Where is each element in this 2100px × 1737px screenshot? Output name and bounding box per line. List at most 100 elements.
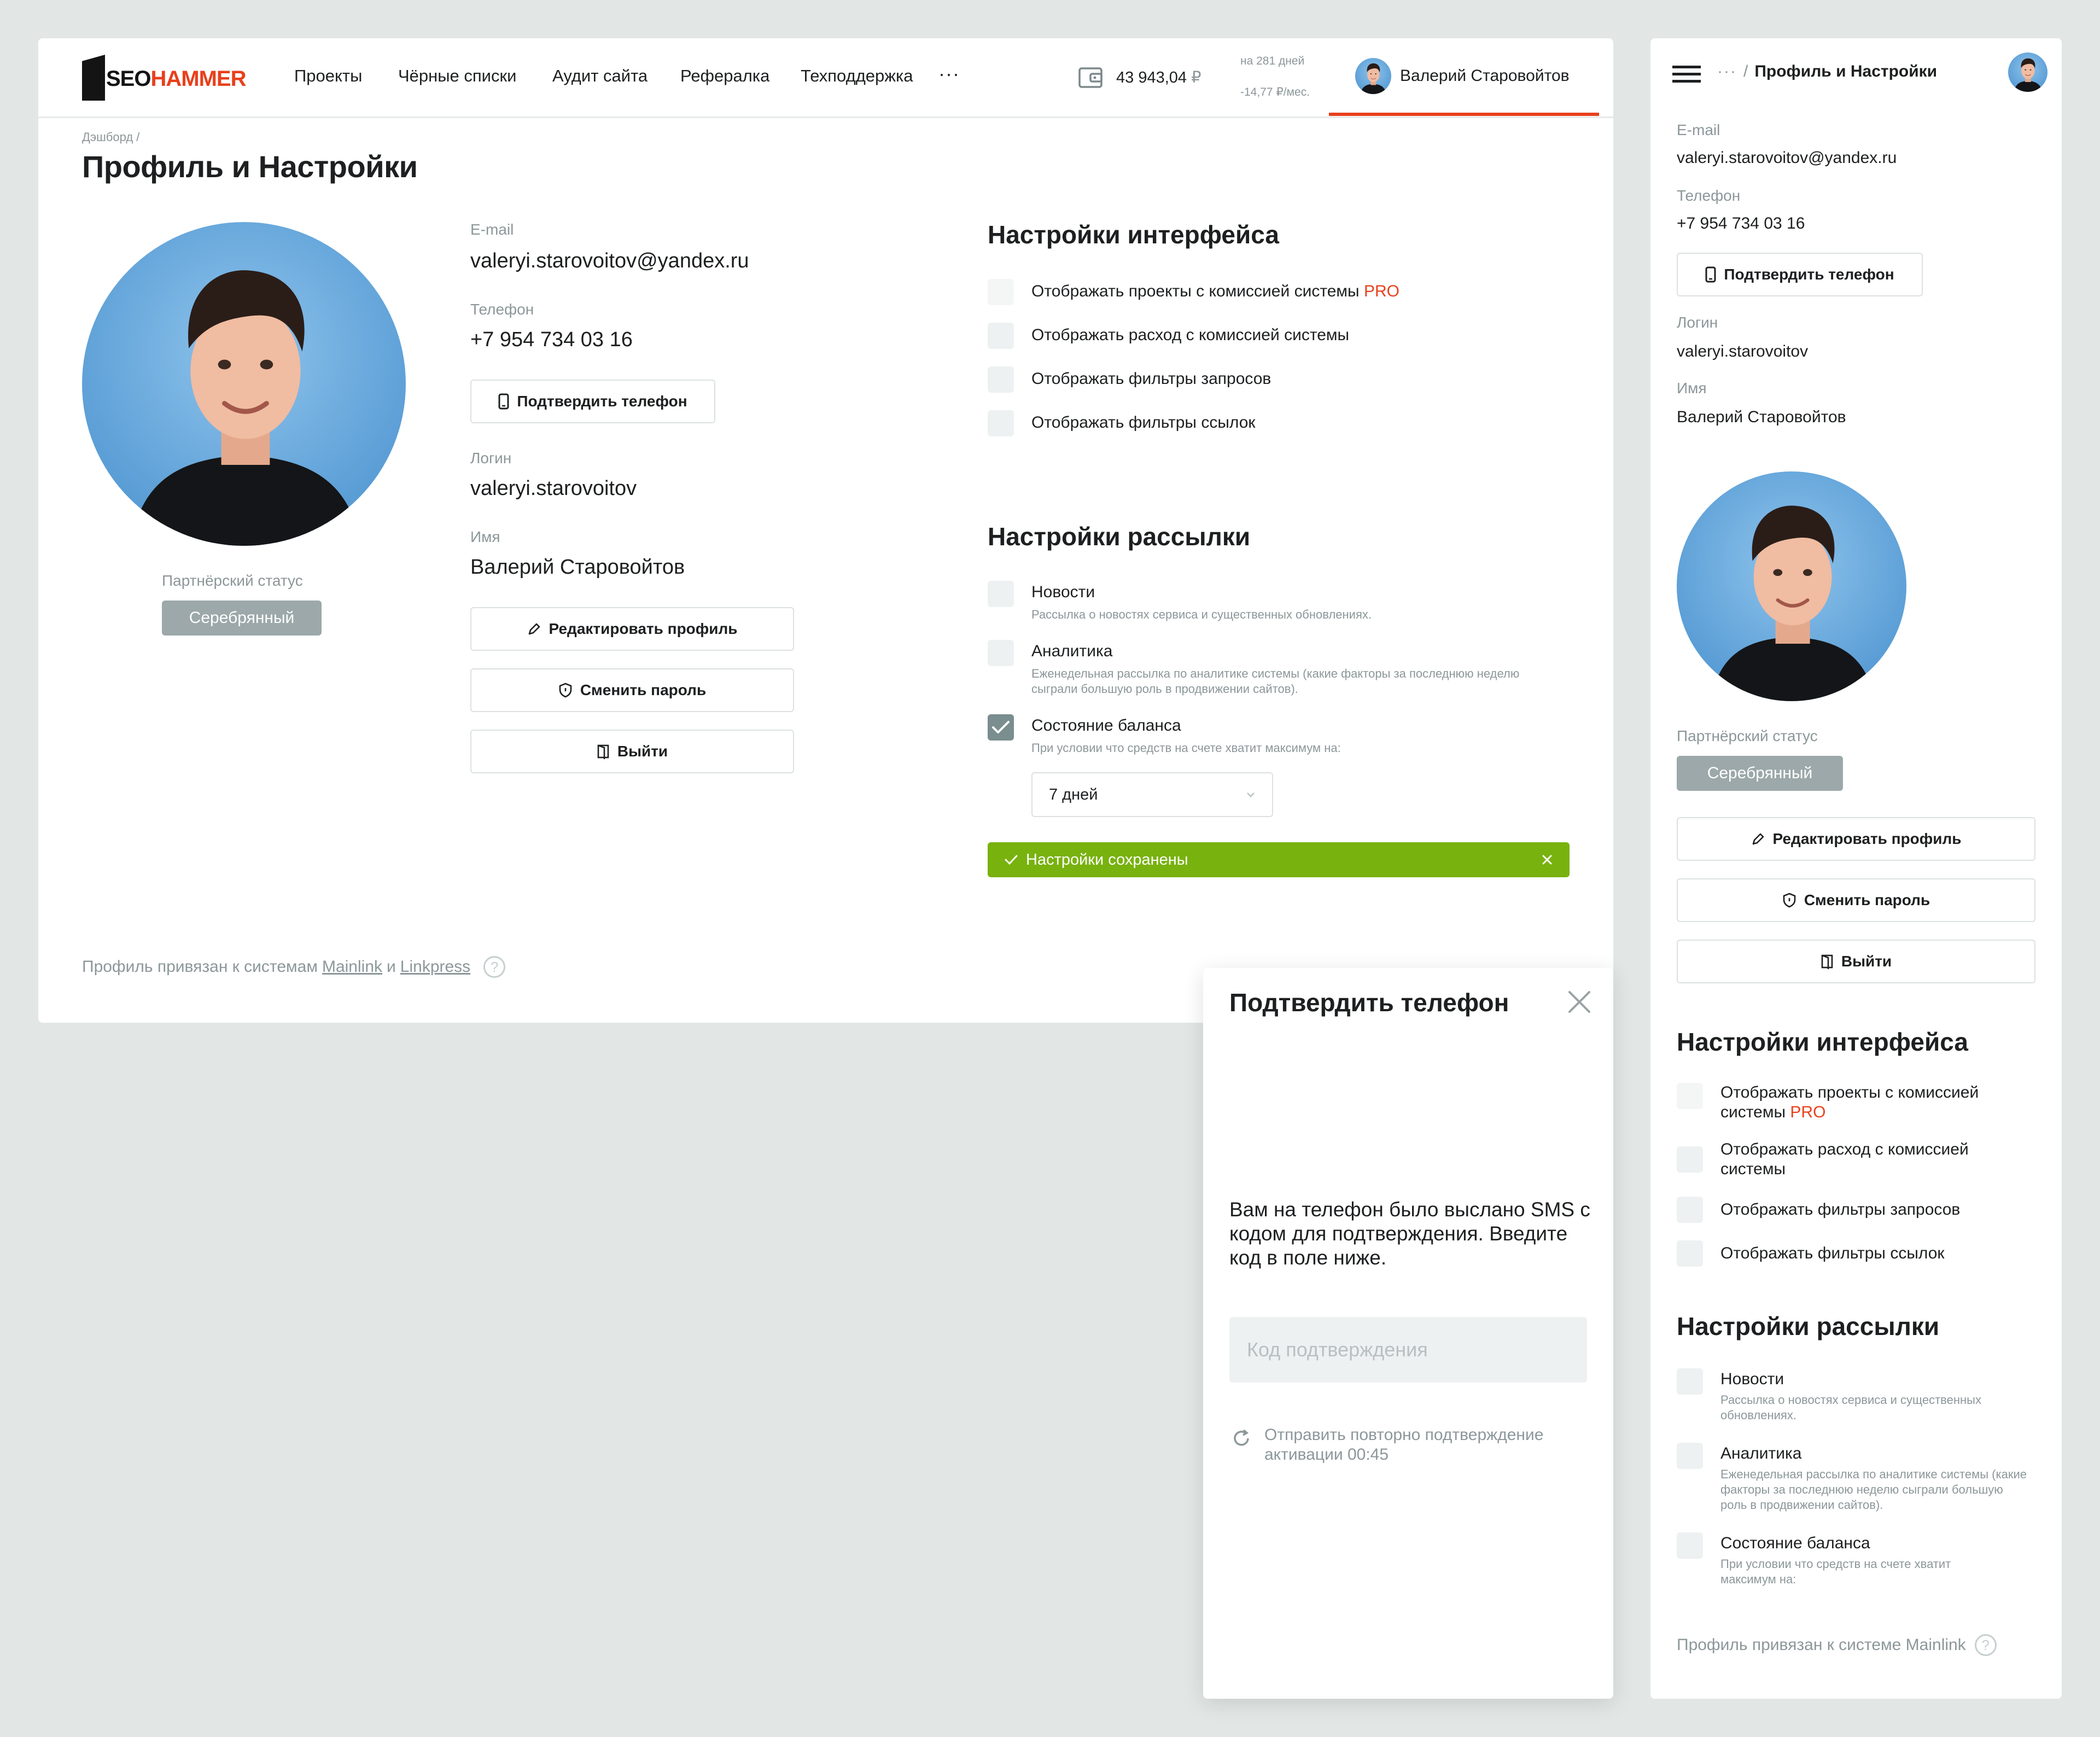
linked-systems-note: Профиль привязан к системам Mainlink и L… [82,956,506,978]
show-query-filters-label[interactable]: Отображать фильтры запросов [1031,370,1271,388]
breadcrumb[interactable]: Дэшборд / [82,130,139,144]
page-title: Профиль и Настройки [82,149,418,184]
edit-profile-button[interactable]: Редактировать профиль [470,607,794,651]
mobile-edit-profile-label: Редактировать профиль [1772,830,1962,847]
mobile-mailing-settings-title: Настройки рассылки [1677,1312,1940,1340]
email-value: valeryi.starovoitov@yandex.ru [470,249,749,272]
mobile-partner-status-label: Партнёрский статус [1677,727,1818,744]
mobile-profile-card: ··· / Профиль и Настройки E-mail valeryi… [1650,38,2062,1699]
mobile-news-label[interactable]: Новости [1720,1369,1784,1389]
logo-text-seo: SEO [106,67,151,91]
resend-code-link[interactable]: Отправить повторно подтверждение активац… [1264,1425,1571,1465]
mobile-name-label: Имя [1677,380,1707,397]
checkbox-news[interactable] [988,581,1014,607]
show-expense-commission-label[interactable]: Отображать расход с комиссией системы [1031,326,1349,345]
news-description: Рассылка о новостях сервиса и существенн… [1031,608,1372,621]
phone-icon [498,393,509,410]
balance-state-label[interactable]: Состояние баланса [1031,716,1181,735]
show-pro-projects-text: Отображать проекты с комиссией системы [1031,282,1360,300]
door-exit-icon [597,744,609,759]
checkbox-show-expense-commission[interactable] [988,323,1014,349]
mobile-confirm-phone-button[interactable]: Подтвердить телефон [1677,253,1923,296]
mobile-help-icon[interactable]: ? [1974,1634,1997,1656]
profile-photo[interactable] [82,222,406,546]
settings-saved-toast: Настройки сохранены [988,842,1570,877]
hamburger-menu-icon[interactable] [1670,60,1703,88]
mobile-phone-label: Телефон [1677,187,1741,204]
mobile-analytics-label[interactable]: Аналитика [1720,1444,1802,1464]
mobile-checkbox-show-link-filters[interactable] [1677,1240,1703,1267]
mobile-balance-state-label[interactable]: Состояние баланса [1720,1534,1870,1553]
mobile-partner-status-badge: Серебрянный [1677,756,1843,791]
analytics-label[interactable]: Аналитика [1031,642,1113,661]
checkbox-balance-state[interactable] [988,714,1014,741]
wallet-icon[interactable] [1077,63,1105,91]
top-navigation-bar: SEOHAMMER Проекты Чёрные списки Аудит са… [38,38,1613,118]
mobile-logout-button[interactable]: Выйти [1677,940,2035,983]
phone-value: +7 954 734 03 16 [470,328,633,351]
mobile-checkbox-show-pro-projects [1677,1083,1703,1109]
logo[interactable]: SEOHAMMER [106,67,246,91]
toast-text: Настройки сохранены [1026,850,1188,868]
balance-period-select[interactable]: 7 дней [1031,772,1273,817]
confirmation-code-input[interactable] [1229,1317,1587,1383]
logo-text-hammer: HAMMER [150,67,246,91]
mobile-checkbox-show-expense-commission[interactable] [1677,1146,1703,1173]
logout-button[interactable]: Выйти [470,730,794,773]
mobile-show-link-filters-label[interactable]: Отображать фильтры ссылок [1720,1244,1945,1263]
checkbox-analytics[interactable] [988,640,1014,666]
close-icon[interactable] [1566,989,1592,1015]
modal-title: Подтвердить телефон [1229,988,1509,1017]
nav-item-site-audit[interactable]: Аудит сайта [552,66,648,86]
linked-and: и [387,958,396,976]
checkmark-icon [992,721,1010,733]
mobile-profile-photo[interactable] [1677,471,1906,701]
active-tab-underline [1329,113,1599,116]
mobile-show-expense-commission-label[interactable]: Отображать расход с комиссией системы [1720,1140,2027,1179]
confirm-phone-modal: Подтвердить телефон Вам на телефон было … [1203,968,1613,1699]
mobile-user-avatar[interactable] [2008,53,2048,92]
change-password-label: Сменить пароль [580,681,707,698]
nav-item-referral[interactable]: Рефералка [680,66,769,86]
mobile-checkbox-show-query-filters[interactable] [1677,1197,1703,1223]
help-icon[interactable]: ? [483,956,506,978]
mobile-show-query-filters-label[interactable]: Отображать фильтры запросов [1720,1200,1960,1220]
mobile-change-password-label: Сменить пароль [1804,891,1930,908]
wallet-currency: ₽ [1191,69,1201,86]
refresh-icon[interactable] [1230,1427,1252,1449]
mobile-logout-label: Выйти [1841,953,1892,970]
close-icon[interactable] [1541,854,1553,866]
news-label[interactable]: Новости [1031,583,1095,602]
nav-item-projects[interactable]: Проекты [294,66,362,86]
change-password-button[interactable]: Сменить пароль [470,668,794,712]
nav-more-menu[interactable]: ··· [938,62,960,85]
mobile-email-value: valeryi.starovoitov@yandex.ru [1677,149,1897,167]
nav-item-blacklists[interactable]: Чёрные списки [398,66,516,86]
checkbox-show-link-filters[interactable] [988,410,1014,436]
mobile-phone-value: +7 954 734 03 16 [1677,214,1805,232]
breadcrumb-separator: / [1743,62,1748,80]
shield-icon [559,683,572,698]
mainlink-link[interactable]: Mainlink [322,958,382,976]
mobile-change-password-button[interactable]: Сменить пароль [1677,878,2035,922]
confirm-phone-button[interactable]: Подтвердить телефон [470,380,715,423]
breadcrumb-more[interactable]: ··· [1717,62,1737,81]
mobile-breadcrumb: ··· / Профиль и Настройки [1717,62,1937,81]
nav-item-support[interactable]: Техподдержка [801,66,913,86]
mobile-checkbox-news[interactable] [1677,1368,1703,1395]
user-menu-name[interactable]: Валерий Старовойтов [1400,67,1570,85]
user-avatar[interactable] [1355,58,1391,94]
mobile-checkbox-analytics[interactable] [1677,1443,1703,1469]
mobile-page-title: Профиль и Настройки [1754,62,1938,80]
mobile-edit-profile-button[interactable]: Редактировать профиль [1677,817,2035,861]
show-link-filters-label[interactable]: Отображать фильтры ссылок [1031,413,1256,432]
mailing-settings-title: Настройки рассылки [988,522,1251,551]
mobile-linked-text: Профиль привязан к системе Mainlink [1677,1636,1966,1654]
linked-prefix: Профиль привязан к системам [82,958,318,976]
checkbox-show-pro-projects [988,279,1014,305]
checkbox-show-query-filters[interactable] [988,366,1014,393]
logo-mark-icon [82,55,105,101]
mobile-checkbox-balance-state[interactable] [1677,1532,1703,1559]
confirm-phone-label: Подтвердить телефон [517,393,687,410]
linkpress-link[interactable]: Linkpress [400,958,470,976]
